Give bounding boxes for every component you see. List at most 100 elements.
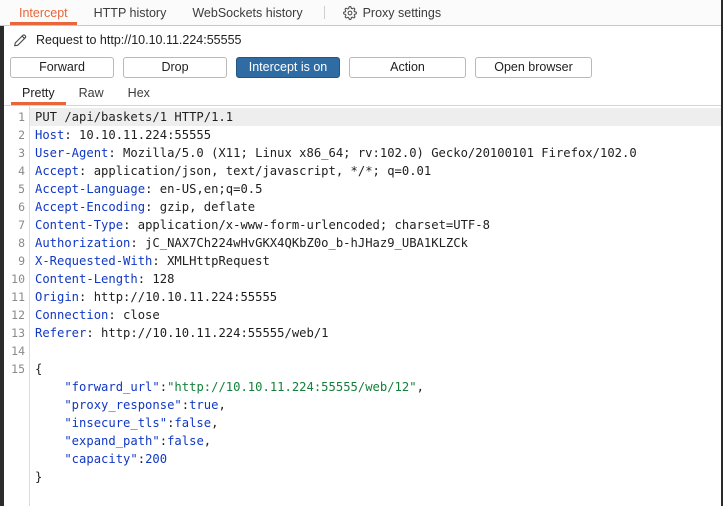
code-line: { xyxy=(30,360,723,378)
code-span: true xyxy=(189,398,219,412)
code-line: "forward_url":"http://10.10.11.224:55555… xyxy=(30,378,723,396)
code-span: , xyxy=(203,434,212,448)
drop-button[interactable]: Drop xyxy=(123,56,227,78)
line-number xyxy=(4,378,29,396)
code-span: Origin xyxy=(35,290,80,304)
code-span: PUT /api/baskets/1 HTTP/1.1 xyxy=(35,110,234,124)
tab-http-history[interactable]: HTTP history xyxy=(81,0,180,25)
code-line: "insecure_tls":false, xyxy=(30,414,723,432)
tab-intercept[interactable]: Intercept xyxy=(6,0,81,25)
tabstrip-divider xyxy=(323,6,325,19)
code-span: : en-US,en;q=0.5 xyxy=(145,182,263,196)
tab-hex-label: Hex xyxy=(127,86,150,100)
code-line: Origin: http://10.10.11.224:55555 xyxy=(30,288,723,306)
code-span: "insecure_tls" xyxy=(35,416,168,430)
pencil-icon xyxy=(12,32,28,48)
tab-raw-label: Raw xyxy=(78,86,104,100)
proxy-settings-button[interactable]: Proxy settings xyxy=(333,0,452,25)
code-span: Authorization xyxy=(35,236,131,250)
forward-button[interactable]: Forward xyxy=(10,56,114,78)
code-span: , xyxy=(218,398,226,412)
code-line: Content-Type: application/x-www-form-url… xyxy=(30,216,723,234)
line-number: 15 xyxy=(11,362,25,376)
code-span: Referer xyxy=(35,326,87,340)
line-number: 9 xyxy=(18,254,25,268)
code-span: Accept xyxy=(35,164,80,178)
code-span: X-Requested-With xyxy=(35,254,153,268)
code-line: "capacity":200 xyxy=(30,450,723,468)
tab-http-history-label: HTTP history xyxy=(93,5,167,20)
code-span: : http://10.10.11.224:55555 xyxy=(79,290,278,304)
code-span: : close xyxy=(108,308,160,322)
line-number: 13 xyxy=(11,326,25,340)
code-span: : jC_NAX7Ch224wHvGKX4QKbZ0o_b-hJHaz9_UBA… xyxy=(130,236,468,250)
code-span: Accept-Language xyxy=(35,182,146,196)
tab-hex[interactable]: Hex xyxy=(116,81,162,105)
code-line: Authorization: jC_NAX7Ch224wHvGKX4QKbZ0o… xyxy=(30,234,723,252)
code-line: Referer: http://10.10.11.224:55555/web/1 xyxy=(30,324,723,342)
line-number xyxy=(4,468,29,486)
code-line: Accept-Language: en-US,en;q=0.5 xyxy=(30,180,723,198)
code-span: "expand_path" xyxy=(35,434,160,448)
line-number: 3 xyxy=(18,146,25,160)
code-line: Accept-Encoding: gzip, deflate xyxy=(30,198,723,216)
code-line: Connection: close xyxy=(30,306,723,324)
code-line: "proxy_response":true, xyxy=(30,396,723,414)
message-view-tabstrip: Pretty Raw Hex xyxy=(0,81,723,105)
code-span: : 10.10.11.224:55555 xyxy=(64,128,212,142)
line-number: 2 xyxy=(18,128,25,142)
burp-proxy-window: Intercept HTTP history WebSockets histor… xyxy=(0,0,723,506)
proxy-settings-label: Proxy settings xyxy=(362,5,442,20)
code-span: Content-Length xyxy=(35,272,138,286)
code-span: Content-Type xyxy=(35,218,124,232)
proxy-tabstrip: Intercept HTTP history WebSockets histor… xyxy=(0,0,723,26)
line-number: 4 xyxy=(18,164,25,178)
code-line: "expand_path":false, xyxy=(30,432,723,450)
tab-intercept-label: Intercept xyxy=(19,5,68,20)
line-number: 14 xyxy=(11,344,25,358)
intercept-toggle-button[interactable]: Intercept is on xyxy=(236,56,340,78)
code-span: User-Agent xyxy=(35,146,109,160)
code-span: : application/json, text/javascript, */*… xyxy=(79,164,432,178)
request-title: Request to http://10.10.11.224:55555 xyxy=(36,32,242,47)
open-browser-button[interactable]: Open browser xyxy=(475,56,592,78)
request-editor[interactable]: 1 2 3 4 5 6 7 8 9 10 11 12 13 14 15 PUT /api/baskets/1… xyxy=(4,105,723,506)
code-span: : xyxy=(159,380,168,394)
line-number: 8 xyxy=(18,236,25,250)
request-code-area[interactable]: PUT /api/baskets/1 HTTP/1.1 Host: 10.10.1… xyxy=(30,106,723,506)
code-line: Host: 10.10.11.224:55555 xyxy=(30,126,723,144)
code-line: Content-Length: 128 xyxy=(30,270,723,288)
tab-raw[interactable]: Raw xyxy=(67,81,116,105)
code-span: : http://10.10.11.224:55555/web/1 xyxy=(86,326,329,340)
line-number: 1 xyxy=(18,110,25,124)
line-number: 10 xyxy=(11,272,25,286)
code-span: { xyxy=(35,362,43,376)
code-line: User-Agent: Mozilla/5.0 (X11; Linux x86_… xyxy=(30,144,723,162)
code-span: : XMLHttpRequest xyxy=(152,254,270,268)
request-title-bar: Request to http://10.10.11.224:55555 xyxy=(0,26,723,53)
intercept-action-bar: Forward Drop Intercept is on Action Open… xyxy=(0,53,723,81)
line-number: 11 xyxy=(11,290,25,304)
code-span: false xyxy=(174,416,212,430)
code-line: Accept: application/json, text/javascrip… xyxy=(30,162,723,180)
code-span: false xyxy=(167,434,204,448)
action-button[interactable]: Action xyxy=(349,56,466,78)
line-number: 7 xyxy=(18,218,25,232)
code-span: , xyxy=(416,380,424,394)
window-left-rail xyxy=(0,26,4,506)
tab-pretty-label: Pretty xyxy=(22,86,55,100)
code-span: "capacity" xyxy=(35,452,138,466)
code-span: "forward_url" xyxy=(35,380,160,394)
line-number xyxy=(4,414,29,432)
tab-pretty[interactable]: Pretty xyxy=(10,81,67,105)
code-span: Accept-Encoding xyxy=(35,200,146,214)
line-number xyxy=(4,396,29,414)
code-span: "http://10.10.11.224:55555/web/12" xyxy=(167,380,417,394)
tab-websockets-history[interactable]: WebSockets history xyxy=(179,0,315,25)
code-span: : xyxy=(137,452,146,466)
code-span: : Mozilla/5.0 (X11; Linux x86_64; rv:102… xyxy=(108,146,637,160)
code-span: , xyxy=(211,416,219,430)
line-number: 6 xyxy=(18,200,25,214)
code-span: 200 xyxy=(145,452,168,466)
